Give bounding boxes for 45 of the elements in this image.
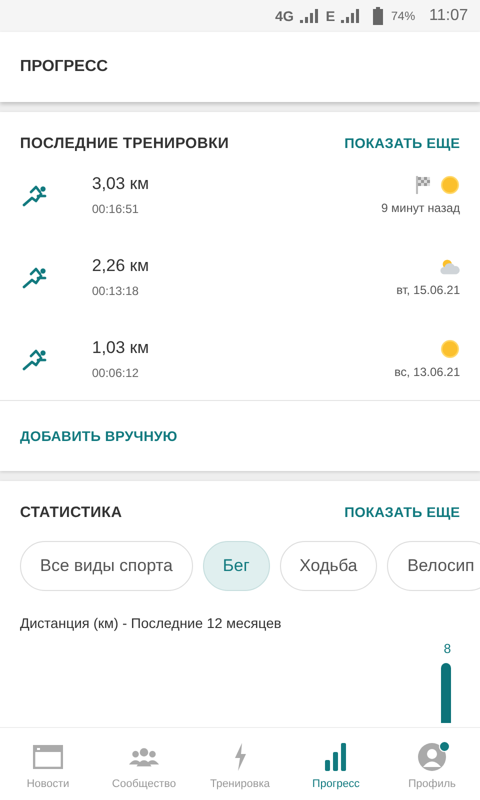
nav-tab[interactable]: Профиль — [384, 728, 480, 800]
workout-distance: 1,03 км — [92, 338, 150, 358]
sport-filter-chip[interactable]: Велосип — [387, 541, 480, 591]
runner-icon — [22, 265, 48, 289]
show-more-link[interactable]: ПОКАЗАТЬ ЕЩЕ — [344, 504, 460, 520]
battery-level: 74% — [391, 9, 416, 23]
section-title: ПОСЛЕДНИЕ ТРЕНИРОВКИ — [20, 134, 229, 152]
chart-bar — [441, 663, 451, 723]
newspaper-icon — [33, 745, 63, 769]
add-manually-link[interactable]: ДОБАВИТЬ ВРУЧНУЮ — [20, 428, 178, 444]
nav-tab[interactable]: Прогресс — [288, 728, 384, 800]
runner-icon — [22, 183, 48, 207]
clock: 11:07 — [429, 7, 468, 25]
workout-item[interactable]: 3,03 км 00:16:51 9 минут назад — [0, 154, 480, 236]
chart-title: Дистанция (км) - Последние 12 месяцев — [19, 614, 282, 631]
workout-date: вт, 15.06.21 — [396, 283, 460, 297]
workout-duration: 00:13:18 — [92, 284, 140, 298]
workout-distance: 3,03 км — [92, 174, 150, 194]
show-more-link[interactable]: ПОКАЗАТЬ ЕЩЕ — [344, 135, 460, 151]
battery-icon — [373, 7, 384, 25]
sport-filter-chip[interactable]: Все виды спорта — [20, 541, 193, 591]
workout-item[interactable]: 2,26 км 00:13:18 вт, 15.06.21 — [0, 236, 480, 318]
workout-item[interactable]: 1,03 км 00:06:12 вс, 13.06.21 — [0, 318, 480, 400]
network-type: E — [326, 8, 336, 24]
workout-date: вс, 13.06.21 — [394, 365, 460, 379]
bar-value: 8 — [444, 641, 451, 656]
group-icon — [129, 747, 159, 767]
bar-chart-icon — [325, 743, 347, 771]
section-title: СТАТИСТИКА — [20, 504, 122, 520]
sport-filter-chip[interactable]: Ходьба — [280, 541, 378, 591]
workout-distance: 2,26 км — [92, 256, 150, 276]
workout-duration: 00:16:51 — [92, 202, 140, 216]
sport-filter-chip[interactable]: Бег — [202, 541, 270, 591]
runner-icon — [22, 347, 48, 371]
signal-icon — [341, 9, 362, 23]
workout-duration: 00:06:12 — [92, 366, 140, 380]
nav-tab[interactable]: Новости — [0, 728, 96, 800]
network-type: 4G — [275, 8, 294, 24]
profile-icon — [417, 742, 447, 772]
screen-title: ПРОГРЕСС — [20, 58, 108, 76]
workout-date: 9 минут назад — [381, 201, 460, 215]
lightning-icon — [233, 743, 247, 771]
nav-tab[interactable]: Тренировка — [192, 728, 288, 800]
signal-icon — [300, 9, 320, 23]
nav-tab[interactable]: Сообщество — [96, 728, 192, 800]
